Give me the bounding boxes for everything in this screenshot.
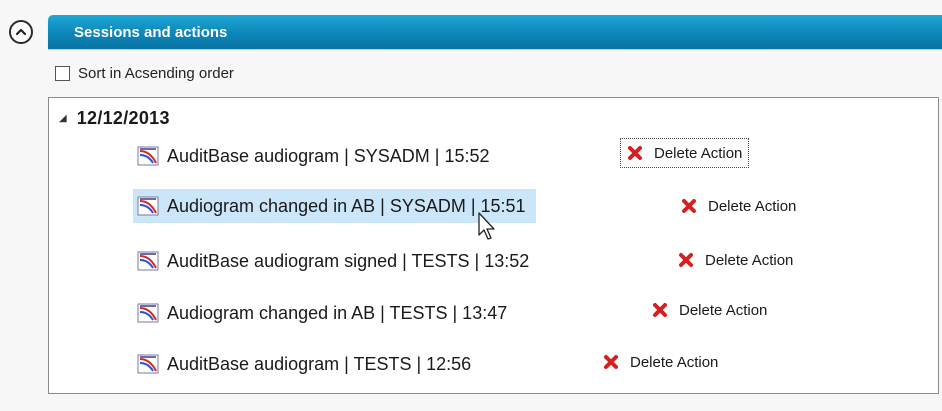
delete-action-label: Delete Action: [708, 197, 797, 215]
section-header: Sessions and actions: [48, 15, 942, 49]
delete-action-button[interactable]: Delete Action: [620, 138, 750, 168]
session-item-label: Audiogram changed in AB | TESTS | 13:47: [167, 302, 508, 323]
tree-date-node[interactable]: ◢ 12/12/2013: [59, 105, 170, 131]
sort-order-checkbox-row[interactable]: Sort in Acsending order: [55, 62, 234, 84]
delete-action-label: Delete Action: [654, 144, 743, 162]
date-label: 12/12/2013: [76, 107, 170, 128]
session-item-label: Audiogram changed in AB | SYSADM | 15:51: [167, 195, 526, 216]
session-item-selected[interactable]: Audiogram changed in AB | SYSADM | 15:51: [133, 189, 536, 223]
delete-action-button[interactable]: Delete Action: [675, 191, 802, 221]
sort-order-checkbox[interactable]: [55, 65, 70, 81]
session-item[interactable]: AuditBase audiogram | TESTS | 12:56: [133, 347, 481, 381]
collapse-triangle-icon[interactable]: ◢: [59, 113, 67, 124]
section-title: Sessions and actions: [74, 24, 228, 41]
delete-x-icon: [682, 199, 696, 213]
session-item-label: AuditBase audiogram | TESTS | 12:56: [167, 353, 472, 374]
delete-x-icon: [604, 355, 618, 369]
delete-action-label: Delete Action: [705, 251, 794, 269]
delete-x-icon: [679, 253, 693, 267]
session-item-label: AuditBase audiogram signed | TESTS | 13:…: [167, 250, 530, 271]
audiogram-icon: [137, 196, 159, 216]
mouse-pointer-icon: [478, 212, 495, 240]
audiogram-icon: [137, 303, 159, 323]
chevron-up-icon: [15, 28, 27, 36]
delete-action-button[interactable]: Delete Action: [597, 347, 724, 377]
audiogram-icon: [137, 146, 159, 166]
delete-x-icon: [653, 303, 667, 317]
delete-x-icon: [628, 146, 642, 160]
delete-action-label: Delete Action: [679, 301, 768, 319]
session-item-label: AuditBase audiogram | SYSADM | 15:52: [167, 145, 490, 166]
delete-action-label: Delete Action: [630, 353, 719, 371]
sessions-tree: ◢ 12/12/2013 AuditBase audiogram | SYSAD…: [48, 97, 939, 394]
collapse-toggle-button[interactable]: [9, 20, 33, 44]
sort-order-label: Sort in Acsending order: [78, 64, 234, 82]
delete-action-button[interactable]: Delete Action: [672, 245, 799, 275]
audiogram-icon: [137, 251, 159, 271]
session-item[interactable]: AuditBase audiogram signed | TESTS | 13:…: [133, 244, 539, 278]
session-item[interactable]: AuditBase audiogram | SYSADM | 15:52: [133, 139, 500, 173]
session-item[interactable]: Audiogram changed in AB | TESTS | 13:47: [133, 296, 517, 330]
delete-action-button[interactable]: Delete Action: [646, 295, 773, 325]
audiogram-icon: [137, 354, 159, 374]
